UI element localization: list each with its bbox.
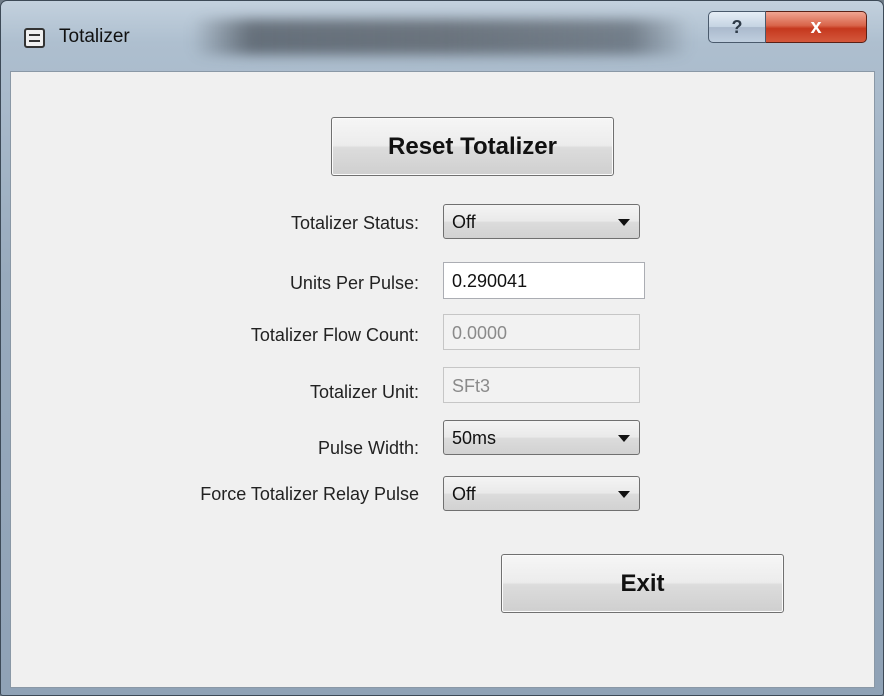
chevron-down-icon (618, 491, 630, 498)
force-relay-pulse-label: Force Totalizer Relay Pulse (200, 484, 419, 504)
caption-buttons: ? x (708, 11, 867, 43)
totalizer-status-label: Totalizer Status: (290, 213, 419, 233)
blurred-title-region (191, 19, 691, 55)
flow-count-label: Totalizer Flow Count: (250, 325, 419, 345)
dialog-body: Reset Totalizer Totalizer Status: Off Un… (10, 71, 875, 688)
units-per-pulse-value: 0.290041 (452, 271, 528, 291)
exit-button[interactable]: Exit (501, 554, 784, 613)
flow-count-field: 0.0000 (443, 314, 640, 350)
units-per-pulse-input[interactable]: 0.290041 (443, 262, 645, 299)
totalizer-unit-label: Totalizer Unit: (309, 382, 419, 402)
units-per-pulse-label: Units Per Pulse: (289, 273, 419, 293)
totalizer-status-value: Off (452, 212, 476, 232)
totalizer-status-select[interactable]: Off (443, 204, 640, 239)
pulse-width-select[interactable]: 50ms (443, 420, 640, 455)
app-icon (24, 28, 45, 48)
chevron-down-icon (618, 435, 630, 442)
force-relay-pulse-value: Off (452, 484, 476, 504)
totalizer-unit-field: SFt3 (443, 367, 640, 403)
pulse-width-value: 50ms (452, 428, 497, 448)
close-button[interactable]: x (766, 11, 867, 43)
title-bar[interactable]: Totalizer ? x (1, 1, 883, 71)
chevron-down-icon (618, 219, 630, 226)
reset-totalizer-button[interactable]: Reset Totalizer (331, 117, 614, 176)
help-button[interactable]: ? (708, 11, 766, 43)
window-title: Totalizer (59, 26, 130, 47)
pulse-width-label: Pulse Width: (317, 438, 419, 458)
force-relay-pulse-select[interactable]: Off (443, 476, 640, 511)
totalizer-window: Totalizer ? x Reset Totalizer Totalizer … (0, 0, 884, 696)
totalizer-unit-value: SFt3 (452, 376, 491, 396)
flow-count-value: 0.0000 (452, 323, 508, 343)
